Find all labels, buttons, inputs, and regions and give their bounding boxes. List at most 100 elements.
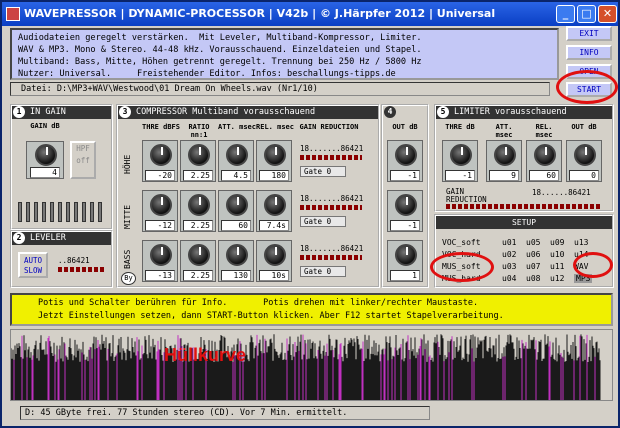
eq-slider[interactable]: [18, 202, 22, 222]
eq-slider[interactable]: [66, 202, 70, 222]
app-icon: [6, 7, 20, 21]
out-cell: -1: [387, 190, 423, 232]
limiter-att-knob[interactable]: [488, 143, 520, 169]
setup-cell[interactable]: u08: [526, 274, 550, 284]
thre-knob[interactable]: [144, 193, 176, 219]
hpf-button[interactable]: HPF off: [70, 141, 96, 179]
limiter-rel-knob[interactable]: [528, 143, 560, 169]
att-knob[interactable]: [220, 143, 252, 169]
rel-knob[interactable]: [258, 193, 290, 219]
thre-value: -20: [145, 170, 175, 181]
eq-slider[interactable]: [58, 202, 62, 222]
gain-value: 4: [30, 167, 60, 178]
limiter-title: LIMITER vorausschauend: [454, 107, 567, 117]
info-line: Audiodateien geregelt verstärken. Mit Le…: [18, 33, 422, 43]
att-cell: 60: [218, 190, 254, 232]
file-path-bar: Datei: D:\MP3+WAV\Westwood\01 Dream On W…: [10, 82, 550, 96]
setup-cell[interactable]: u05: [526, 238, 550, 248]
eq-slider[interactable]: [74, 202, 78, 222]
ratio-knob[interactable]: [182, 243, 214, 269]
panel-number: 2: [13, 232, 25, 244]
info-button[interactable]: INFO: [566, 45, 612, 60]
att-value: 4.5: [221, 170, 251, 181]
ratio-knob[interactable]: [182, 143, 214, 169]
gain-cell: 4: [26, 141, 64, 179]
gate-button[interactable]: Gate 0: [300, 266, 346, 277]
eq-slider[interactable]: [98, 202, 102, 222]
out-knob[interactable]: [389, 143, 421, 169]
eq-slider[interactable]: [82, 202, 86, 222]
rel-knob[interactable]: [258, 143, 290, 169]
auto-slow-button[interactable]: AUTO SLOW: [18, 252, 48, 278]
leveler-title: LEVELER: [30, 233, 66, 243]
waveform-envelope: [11, 334, 601, 400]
att-knob[interactable]: [220, 193, 252, 219]
limiter-thre-header: THRE dB: [445, 123, 475, 131]
panel-number: 1: [13, 106, 25, 118]
setup-cell[interactable]: u04: [502, 274, 526, 284]
setup-cell[interactable]: u06: [526, 250, 550, 260]
hpf-state: off: [76, 156, 90, 165]
eq-slider[interactable]: [26, 202, 30, 222]
out-value: 1: [390, 270, 420, 281]
panel-number: 4: [384, 106, 396, 118]
out-knob[interactable]: [389, 193, 421, 219]
gr-meter: [300, 205, 362, 210]
band-label: HÖHE: [123, 154, 132, 174]
eq-slider[interactable]: [90, 202, 94, 222]
setup-row[interactable]: VOC_soft u01 u05 u09 u13: [442, 238, 588, 248]
rel-cell: 7.4s: [256, 190, 292, 232]
setup-cell[interactable]: u03: [502, 262, 526, 272]
limiter-thre-knob[interactable]: [444, 143, 476, 169]
minimize-button[interactable]: _: [556, 5, 575, 23]
setup-cell[interactable]: u09: [550, 238, 574, 248]
eq-slider[interactable]: [50, 202, 54, 222]
out-header: OUT dB: [392, 123, 418, 131]
setup-cell[interactable]: u02: [502, 250, 526, 260]
rel-knob[interactable]: [258, 243, 290, 269]
setup-title: SETUP: [436, 216, 612, 229]
out-value: -1: [390, 170, 420, 181]
thre-cell: -13: [142, 240, 178, 282]
gate-button[interactable]: Gate 0: [300, 216, 346, 227]
gate-button[interactable]: Gate 0: [300, 166, 346, 177]
thre-cell: -12: [142, 190, 178, 232]
bypass-button[interactable]: By: [121, 272, 136, 285]
setup-cell[interactable]: u07: [526, 262, 550, 272]
ratio-value: 2.25: [183, 170, 213, 181]
setup-cell[interactable]: u13: [574, 238, 588, 247]
rel-value: 7.4s: [259, 220, 289, 231]
close-button[interactable]: ✕: [598, 5, 617, 23]
limiter-panel: 5 LIMITER vorausschauend THRE dB ATT. mse…: [434, 104, 614, 212]
hint-box: Potis und Schalter berühren für Info. Po…: [10, 293, 613, 326]
gr-meter: [300, 255, 362, 260]
thre-knob[interactable]: [144, 143, 176, 169]
setup-cell[interactable]: u01: [502, 238, 526, 248]
thre-knob[interactable]: [144, 243, 176, 269]
out-knob[interactable]: [389, 243, 421, 269]
leveler-meter-label: ..86421: [58, 256, 90, 265]
setup-cell[interactable]: u12: [550, 274, 574, 284]
gain-knob[interactable]: [29, 143, 61, 169]
setup-cell[interactable]: u11: [550, 262, 574, 272]
limiter-thre-cell: -1: [442, 140, 478, 182]
out-value: -1: [390, 220, 420, 231]
panel-number: 3: [119, 106, 131, 118]
setup-cell[interactable]: u10: [550, 250, 574, 260]
limiter-rel-value: 60: [529, 170, 559, 181]
att-knob[interactable]: [220, 243, 252, 269]
maximize-button[interactable]: □: [577, 5, 596, 23]
out-panel: 4 OUT dB -1 -1 1: [381, 104, 429, 288]
out-cell: 1: [387, 240, 423, 282]
info-box: Audiodateien geregelt verstärken. Mit Le…: [10, 28, 559, 80]
eq-slider[interactable]: [34, 202, 38, 222]
band-label: BASS: [123, 249, 132, 269]
ratio-knob[interactable]: [182, 193, 214, 219]
info-line: Nutzer: Universal. Freistehender Editor.…: [18, 69, 396, 79]
exit-button[interactable]: EXIT: [566, 26, 612, 41]
gain-header: GAIN dB: [30, 122, 60, 130]
eq-slider[interactable]: [42, 202, 46, 222]
limiter-out-knob[interactable]: [568, 143, 600, 169]
in-gain-title-bar: 1 IN GAIN: [12, 106, 111, 119]
band-label: MITTE: [123, 204, 132, 230]
